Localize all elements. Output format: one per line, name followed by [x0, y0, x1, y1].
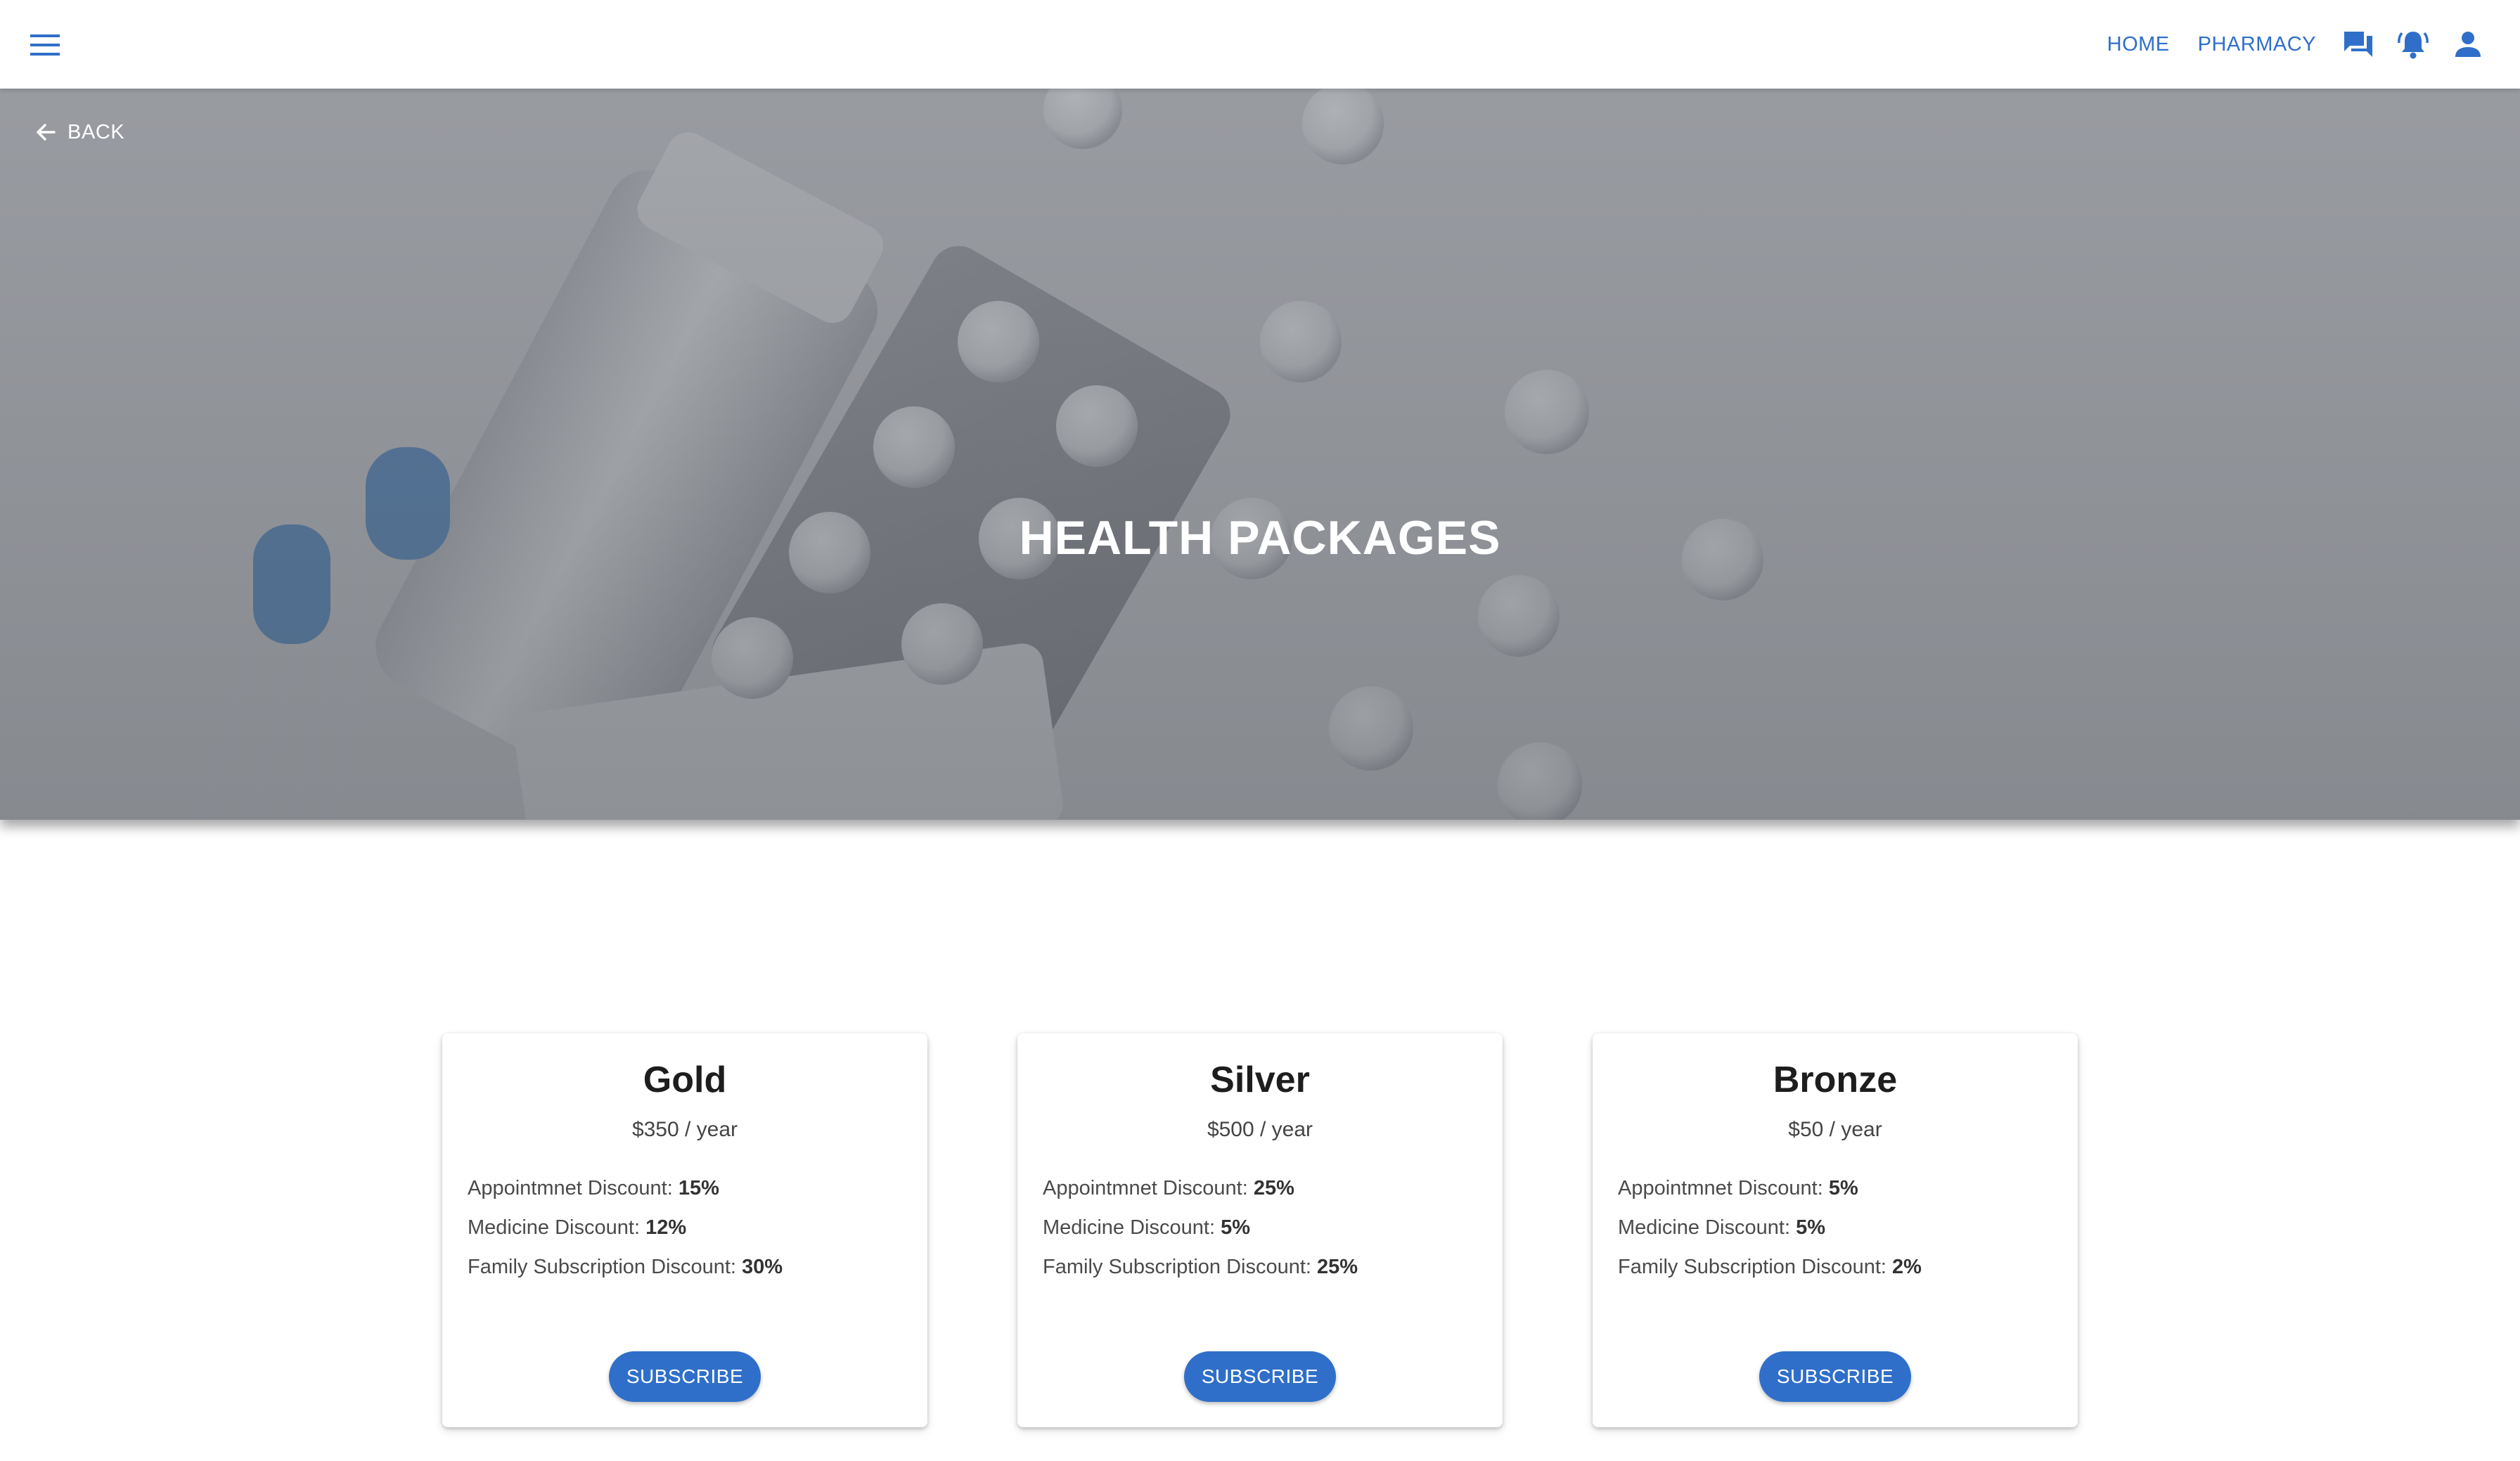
page-title: HEALTH PACKAGES	[1019, 511, 1501, 565]
package-price: $500 / year	[1207, 1118, 1313, 1141]
feature-appointment-discount: Appointmnet Discount: 5%	[1618, 1177, 1858, 1199]
package-name: Gold	[643, 1060, 727, 1100]
nav-link-pharmacy[interactable]: PHARMACY	[2198, 33, 2316, 56]
pharmacy-hero-image	[0, 89, 2520, 820]
package-features: Appointmnet Discount: 25% Medicine Disco…	[1043, 1169, 1358, 1287]
package-price: $50 / year	[1788, 1118, 1882, 1141]
feature-family-discount: Family Subscription Discount: 25%	[1043, 1256, 1358, 1278]
feature-appointment-discount: Appointmnet Discount: 25%	[1043, 1177, 1294, 1199]
package-card-bronze: Bronze $50 / year Appointmnet Discount: …	[1593, 1034, 2078, 1427]
account-icon[interactable]	[2447, 23, 2489, 65]
package-features: Appointmnet Discount: 5% Medicine Discou…	[1618, 1169, 1922, 1287]
package-price: $350 / year	[631, 1118, 738, 1141]
nav-link-home[interactable]: HOME	[2107, 33, 2170, 56]
feature-medicine-discount: Medicine Discount: 5%	[1618, 1216, 1825, 1239]
package-cards: Gold $350 / year Appointmnet Discount: 1…	[442, 1034, 2078, 1427]
feature-medicine-discount: Medicine Discount: 12%	[468, 1216, 687, 1239]
package-name: Bronze	[1773, 1060, 1898, 1100]
chat-icon[interactable]	[2337, 23, 2379, 65]
hero-banner: BACK HEALTH PACKAGES	[0, 89, 2520, 820]
feature-appointment-discount: Appointmnet Discount: 15%	[468, 1177, 719, 1199]
back-button[interactable]: BACK	[35, 111, 124, 153]
top-nav: HOME PHARMACY	[2079, 0, 2489, 89]
package-card-silver: Silver $500 / year Appointmnet Discount:…	[1017, 1034, 1503, 1427]
back-label: BACK	[68, 120, 125, 143]
subscribe-button-gold[interactable]: SUBSCRIBE	[609, 1351, 761, 1402]
feature-family-discount: Family Subscription Discount: 2%	[1618, 1256, 1922, 1278]
subscribe-button-bronze[interactable]: SUBSCRIBE	[1759, 1351, 1911, 1402]
package-name: Silver	[1210, 1060, 1310, 1100]
subscribe-button-silver[interactable]: SUBSCRIBE	[1184, 1351, 1336, 1402]
hamburger-menu-icon[interactable]	[24, 24, 66, 66]
feature-family-discount: Family Subscription Discount: 30%	[468, 1256, 783, 1278]
feature-medicine-discount: Medicine Discount: 5%	[1043, 1216, 1250, 1239]
notification-bell-icon[interactable]	[2392, 23, 2434, 65]
top-app-bar: HOME PHARMACY	[0, 0, 2520, 89]
package-features: Appointmnet Discount: 15% Medicine Disco…	[468, 1169, 783, 1287]
arrow-back-icon	[37, 124, 56, 141]
package-card-gold: Gold $350 / year Appointmnet Discount: 1…	[442, 1034, 927, 1427]
